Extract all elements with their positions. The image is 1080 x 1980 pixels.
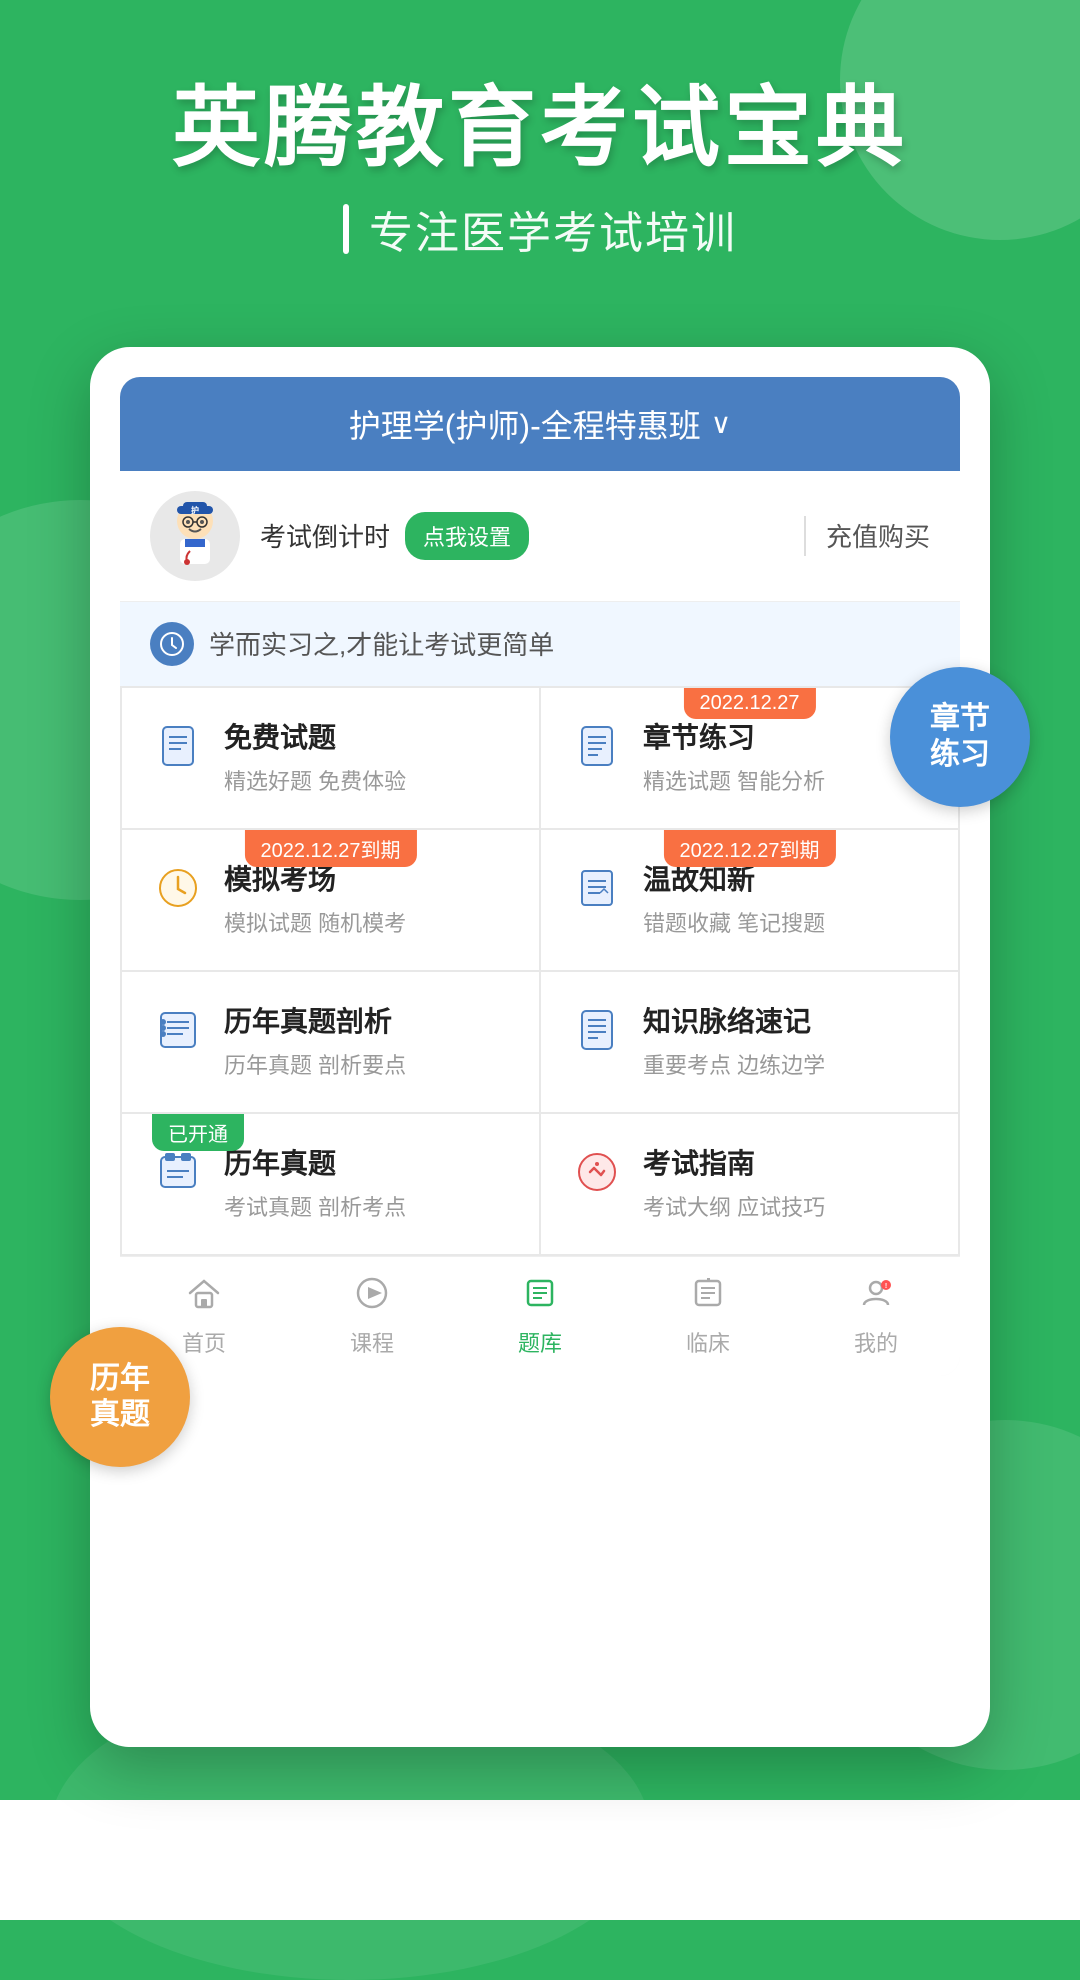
nav-clinic-label: 临床 bbox=[686, 1326, 730, 1358]
exam-guide-desc: 考试大纲 应试技巧 bbox=[643, 1190, 928, 1222]
divider-line bbox=[343, 204, 349, 254]
exam-guide-title: 考试指南 bbox=[643, 1142, 928, 1182]
past-analysis-desc: 历年真题 剖析要点 bbox=[224, 1048, 509, 1080]
past-analysis-icon bbox=[152, 1004, 204, 1056]
practice-icon bbox=[522, 1275, 558, 1320]
feature-grid: 免费试题 精选好题 免费体验 2022.12.27 章 bbox=[120, 686, 960, 1256]
header-divider: 专注医学考试培训 bbox=[0, 197, 1080, 261]
home-icon bbox=[186, 1275, 222, 1320]
chapter-desc: 精选试题 智能分析 bbox=[643, 764, 928, 796]
nav-home-label: 首页 bbox=[182, 1326, 226, 1358]
free-exam-desc: 精选好题 免费体验 bbox=[224, 764, 509, 796]
chapter-practice-badge[interactable]: 章节 练习 bbox=[890, 667, 1030, 807]
recharge-button[interactable]: 充值购买 bbox=[826, 517, 930, 554]
mock-icon bbox=[152, 862, 204, 914]
review-content: 温故知新 错题收藏 笔记搜题 bbox=[643, 858, 928, 938]
app-title: 英腾教育考试宝典 bbox=[0, 80, 1080, 177]
feature-card-free-exam[interactable]: 免费试题 精选好题 免费体验 bbox=[122, 688, 539, 828]
header: 英腾教育考试宝典 专注医学考试培训 bbox=[0, 0, 1080, 307]
clinic-icon bbox=[690, 1275, 726, 1320]
device-frame: 章节 练习 历年 真题 护理学(护师)-全程特惠班 ∨ 护 bbox=[90, 347, 990, 1747]
svg-text:!: ! bbox=[885, 1283, 887, 1290]
nav-item-practice[interactable]: 题库 bbox=[480, 1275, 600, 1358]
free-exam-content: 免费试题 精选好题 免费体验 bbox=[224, 716, 509, 796]
nav-course-label: 课程 bbox=[350, 1326, 394, 1358]
past-exam-content: 历年真题 考试真题 剖析考点 bbox=[224, 1142, 509, 1222]
review-icon bbox=[571, 862, 623, 914]
course-selector-label: 护理学(护师)-全程特惠班 bbox=[349, 401, 701, 447]
mock-content: 模拟考场 模拟试题 随机模考 bbox=[224, 858, 509, 938]
exam-guide-icon bbox=[571, 1146, 623, 1198]
feature-card-past-analysis[interactable]: 历年真题剖析 历年真题 剖析要点 bbox=[122, 972, 539, 1112]
feature-card-exam-guide[interactable]: 考试指南 考试大纲 应试技巧 bbox=[541, 1114, 958, 1254]
feature-card-knowledge[interactable]: 知识脉络速记 重要考点 边练边学 bbox=[541, 972, 958, 1112]
knowledge-icon bbox=[571, 1004, 623, 1056]
motto-text: 学而实习之,才能让考试更简单 bbox=[209, 625, 554, 662]
course-selector-arrow: ∨ bbox=[711, 407, 732, 440]
past-exam-desc: 考试真题 剖析考点 bbox=[224, 1190, 509, 1222]
chapter-badge: 2022.12.27 bbox=[683, 688, 815, 719]
feature-card-mock[interactable]: 2022.12.27到期 模拟考场 模拟试题 随机模考 bbox=[122, 830, 539, 970]
past-analysis-title: 历年真题剖析 bbox=[224, 1000, 509, 1040]
countdown-set-button[interactable]: 点我设置 bbox=[405, 512, 529, 560]
chapter-icon bbox=[571, 720, 623, 772]
chapter-content: 章节练习 精选试题 智能分析 bbox=[643, 716, 928, 796]
past-exam-badge: 已开通 bbox=[152, 1114, 244, 1151]
user-info-row: 护 考试倒计时 bbox=[120, 471, 960, 602]
past-exam-title: 历年真题 bbox=[224, 1142, 509, 1182]
bottom-nav: 首页 课程 bbox=[120, 1256, 960, 1376]
free-exam-icon bbox=[152, 720, 204, 772]
mock-desc: 模拟试题 随机模考 bbox=[224, 906, 509, 938]
knowledge-title: 知识脉络速记 bbox=[643, 1000, 928, 1040]
nav-practice-label: 题库 bbox=[518, 1326, 562, 1358]
user-avatar: 护 bbox=[150, 491, 240, 581]
nav-item-course[interactable]: 课程 bbox=[312, 1275, 432, 1358]
motto-icon bbox=[150, 622, 194, 666]
user-row-divider bbox=[804, 516, 806, 556]
free-exam-title: 免费试题 bbox=[224, 716, 509, 756]
review-desc: 错题收藏 笔记搜题 bbox=[643, 906, 928, 938]
feature-card-review[interactable]: 2022.12.27到期 温故知新 错题收藏 笔记搜题 bbox=[541, 830, 958, 970]
review-badge: 2022.12.27到期 bbox=[663, 830, 835, 867]
nav-item-clinic[interactable]: 临床 bbox=[648, 1275, 768, 1358]
past-analysis-content: 历年真题剖析 历年真题 剖析要点 bbox=[224, 1000, 509, 1080]
nav-item-mine[interactable]: ! 我的 bbox=[816, 1275, 936, 1358]
exam-countdown-section: 考试倒计时 点我设置 bbox=[260, 512, 784, 560]
app-course-header[interactable]: 护理学(护师)-全程特惠班 ∨ bbox=[120, 377, 960, 471]
app-subtitle: 专注医学考试培训 bbox=[369, 197, 737, 261]
exam-guide-content: 考试指南 考试大纲 应试技巧 bbox=[643, 1142, 928, 1222]
history-badge-line1: 历年 bbox=[90, 1361, 150, 1397]
chapter-badge-line1: 章节 bbox=[930, 701, 990, 737]
course-icon bbox=[354, 1275, 390, 1320]
countdown-label: 考试倒计时 bbox=[260, 517, 390, 554]
mine-icon: ! bbox=[858, 1275, 894, 1320]
app-screen: 护理学(护师)-全程特惠班 ∨ 护 bbox=[120, 377, 960, 1376]
knowledge-desc: 重要考点 边练边学 bbox=[643, 1048, 928, 1080]
svg-text:护: 护 bbox=[191, 505, 199, 515]
bg-bottom-white bbox=[0, 1800, 1080, 1920]
past-exam-icon bbox=[152, 1146, 204, 1198]
feature-card-past-exam[interactable]: 已开通 历年真题 考试真题 剖析考点 bbox=[122, 1114, 539, 1254]
chapter-badge-line2: 练习 bbox=[930, 737, 990, 773]
chapter-title: 章节练习 bbox=[643, 716, 928, 756]
mock-badge: 2022.12.27到期 bbox=[244, 830, 416, 867]
history-badge-line2: 真题 bbox=[90, 1397, 150, 1433]
nav-mine-label: 我的 bbox=[854, 1326, 898, 1358]
motto-row: 学而实习之,才能让考试更简单 bbox=[120, 602, 960, 686]
knowledge-content: 知识脉络速记 重要考点 边练边学 bbox=[643, 1000, 928, 1080]
history-exam-badge[interactable]: 历年 真题 bbox=[50, 1327, 190, 1467]
